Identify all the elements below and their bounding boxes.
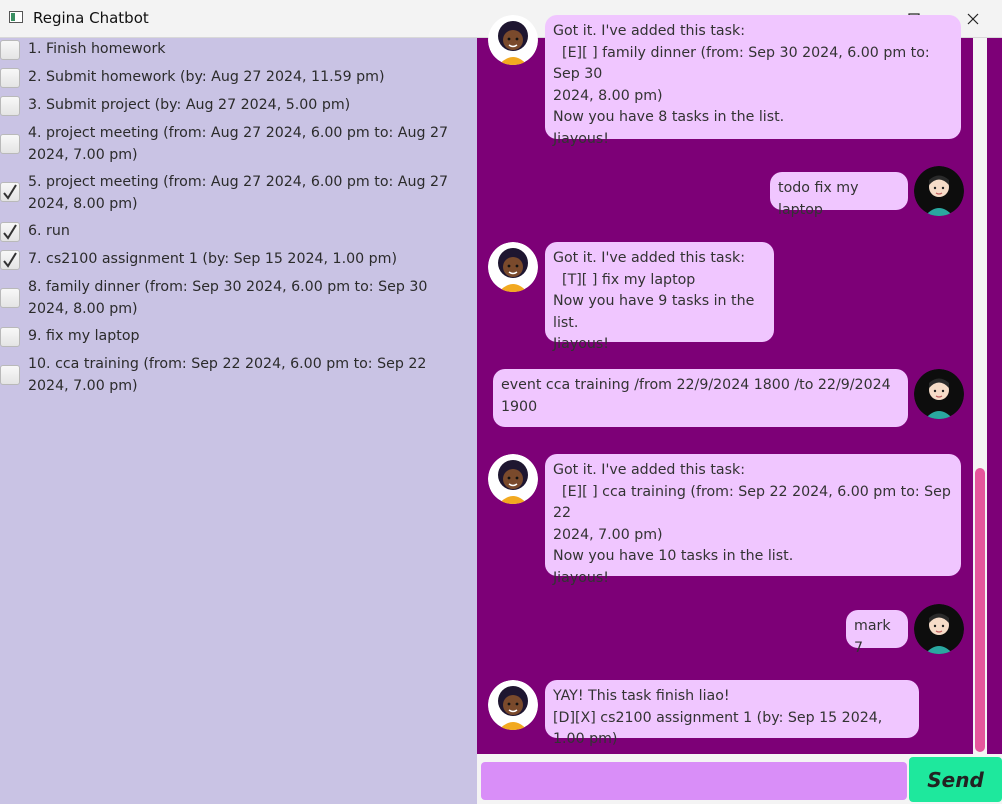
- task-checkbox[interactable]: [0, 327, 20, 347]
- user-avatar: [914, 604, 964, 654]
- bot-message: Got it. I've added this task: [E][ ] cca…: [545, 454, 961, 586]
- task-checkbox[interactable]: [0, 68, 20, 88]
- bot-message: Got it. I've added this task: [T][ ] fix…: [545, 242, 774, 352]
- task-label: 10. cca training (from: Sep 22 2024, 6.0…: [28, 356, 427, 394]
- bot-avatar: [488, 242, 538, 292]
- bot-message: Got it. I've added this task: [E][ ] fam…: [545, 15, 961, 147]
- task-checkbox[interactable]: [0, 222, 20, 242]
- user-message: todo fix my laptop: [770, 172, 908, 218]
- send-button[interactable]: Send: [909, 757, 1002, 802]
- task-list-pane: 1. Finish homework 2. Submit homework (b…: [0, 38, 477, 804]
- bot-avatar: [488, 15, 538, 65]
- task-checkbox[interactable]: [0, 96, 20, 116]
- checkmark-icon: [3, 224, 17, 240]
- checkmark-icon: [3, 252, 17, 268]
- task-label: 3. Submit project (by: Aug 27 2024, 5.00…: [28, 97, 351, 113]
- task-label: 9. fix my laptop: [28, 328, 140, 344]
- app-icon: [9, 11, 23, 23]
- task-checkbox[interactable]: [0, 365, 20, 385]
- user-message: event cca training /from 22/9/2024 1800 …: [493, 369, 908, 427]
- chat-scrollbar-thumb[interactable]: [975, 468, 985, 752]
- user-avatar: [914, 369, 964, 419]
- task-label: 2. Submit homework (by: Aug 27 2024, 11.…: [28, 69, 385, 85]
- checkmark-icon: [3, 184, 17, 200]
- task-label: 1. Finish homework: [28, 41, 166, 57]
- chat-input[interactable]: [481, 762, 907, 800]
- task-checkbox[interactable]: [0, 182, 20, 202]
- task-checkbox[interactable]: [0, 40, 20, 60]
- user-message: mark 7: [846, 610, 908, 656]
- task-checkbox[interactable]: [0, 250, 20, 270]
- task-label: 7. cs2100 assignment 1 (by: Sep 15 2024,…: [28, 251, 398, 267]
- task-checkbox[interactable]: [0, 134, 20, 154]
- bot-avatar: [488, 454, 538, 504]
- task-label: 5. project meeting (from: Aug 27 2024, 6…: [28, 174, 449, 212]
- window-title: Regina Chatbot: [33, 9, 149, 27]
- task-label: 4. project meeting (from: Aug 27 2024, 6…: [28, 125, 449, 163]
- user-avatar: [914, 166, 964, 216]
- bot-message: YAY! This task finish liao! [D][X] cs210…: [545, 680, 919, 747]
- task-checkbox[interactable]: [0, 288, 20, 308]
- task-label: 6. run: [28, 223, 70, 239]
- bot-avatar: [488, 680, 538, 730]
- close-icon: [967, 13, 979, 24]
- task-label: 8. family dinner (from: Sep 30 2024, 6.0…: [28, 279, 428, 317]
